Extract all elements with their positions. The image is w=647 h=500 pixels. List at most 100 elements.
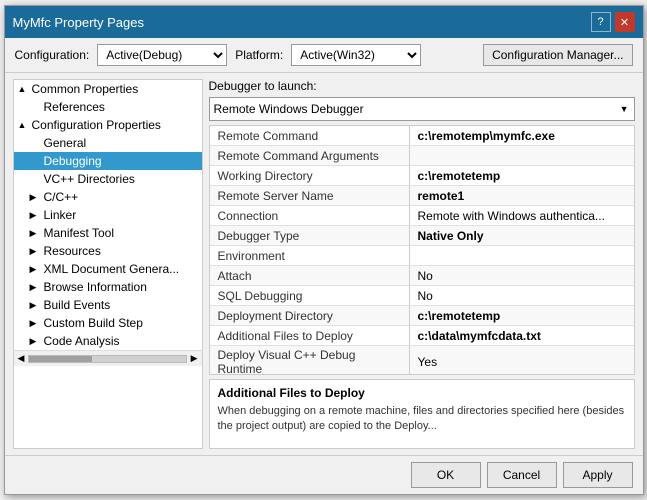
prop-value-0: c:\remotemp\mymfc.exe [410, 126, 634, 145]
config-select[interactable]: Active(Debug) [97, 44, 227, 66]
prop-name-0: Remote Command [210, 126, 410, 145]
prop-value-9: c:\remotetemp [410, 306, 634, 325]
tree-label-cpp: C/C++ [44, 190, 79, 204]
prop-row-2[interactable]: Working Directoryc:\remotetemp [210, 166, 634, 186]
prop-value-5: Native Only [410, 226, 634, 245]
prop-row-9[interactable]: Deployment Directoryc:\remotetemp [210, 306, 634, 326]
tree-label-linker: Linker [44, 208, 77, 222]
prop-row-10[interactable]: Additional Files to Deployc:\data\mymfcd… [210, 326, 634, 346]
dialog-title: MyMfc Property Pages [13, 15, 145, 30]
config-label: Configuration: [15, 48, 90, 62]
debugger-select-wrapper: Remote Windows Debugger [209, 97, 635, 121]
prop-row-6[interactable]: Environment [210, 246, 634, 266]
ok-button[interactable]: OK [411, 462, 481, 488]
tree-label-code-analysis: Code Analysis [44, 334, 120, 348]
tree-label-browse-info: Browse Information [44, 280, 147, 294]
prop-name-7: Attach [210, 266, 410, 285]
tree-label-common-props: Common Properties [32, 82, 139, 96]
prop-value-1 [410, 146, 634, 165]
tree-arrow-config-props: ▲ [18, 120, 30, 130]
tree-label-general: General [44, 136, 87, 150]
help-button[interactable]: ? [591, 12, 611, 32]
tree-item-resources[interactable]: ▶Resources [14, 242, 202, 260]
prop-value-2: c:\remotetemp [410, 166, 634, 185]
tree-item-linker[interactable]: ▶Linker [14, 206, 202, 224]
tree-label-xml-doc: XML Document Genera... [44, 262, 180, 276]
scroll-right-arrow[interactable]: ▶ [191, 353, 198, 364]
horizontal-scrollbar[interactable]: ◀ ▶ [14, 350, 202, 366]
tree-item-browse-info[interactable]: ▶Browse Information [14, 278, 202, 296]
scroll-track[interactable] [28, 355, 186, 363]
prop-value-7: No [410, 266, 634, 285]
debugger-select[interactable]: Remote Windows Debugger [209, 97, 635, 121]
description-box: Additional Files to Deploy When debuggin… [209, 379, 635, 449]
prop-name-10: Additional Files to Deploy [210, 326, 410, 345]
description-text: When debugging on a remote machine, file… [218, 404, 626, 435]
prop-row-4[interactable]: ConnectionRemote with Windows authentica… [210, 206, 634, 226]
debugger-row: Debugger to launch: [209, 79, 635, 93]
tree-label-build-events: Build Events [44, 298, 111, 312]
properties-table: Remote Commandc:\remotemp\mymfc.exeRemot… [209, 125, 635, 375]
platform-select[interactable]: Active(Win32) [291, 44, 421, 66]
tree-item-cpp[interactable]: ▶C/C++ [14, 188, 202, 206]
prop-value-3: remote1 [410, 186, 634, 205]
prop-name-11: Deploy Visual C++ Debug Runtime [210, 346, 410, 375]
tree-label-manifest-tool: Manifest Tool [44, 226, 114, 240]
tree-item-references[interactable]: References [14, 98, 202, 116]
tree-item-code-analysis[interactable]: ▶Code Analysis [14, 332, 202, 350]
prop-value-11: Yes [410, 346, 634, 375]
cancel-button[interactable]: Cancel [487, 462, 557, 488]
prop-row-5[interactable]: Debugger TypeNative Only [210, 226, 634, 246]
prop-value-8: No [410, 286, 634, 305]
tree-item-custom-build[interactable]: ▶Custom Build Step [14, 314, 202, 332]
tree-arrow-code-analysis: ▶ [30, 336, 42, 347]
prop-row-0[interactable]: Remote Commandc:\remotemp\mymfc.exe [210, 126, 634, 146]
tree-arrow-common-props: ▲ [18, 84, 30, 94]
main-content: ▲Common PropertiesReferences▲Configurati… [5, 73, 643, 455]
prop-name-3: Remote Server Name [210, 186, 410, 205]
tree-item-general[interactable]: General [14, 134, 202, 152]
tree-arrow-manifest-tool: ▶ [30, 228, 42, 239]
left-tree-panel: ▲Common PropertiesReferences▲Configurati… [13, 79, 203, 449]
prop-row-7[interactable]: AttachNo [210, 266, 634, 286]
prop-name-1: Remote Command Arguments [210, 146, 410, 165]
scroll-left-arrow[interactable]: ◀ [18, 353, 25, 364]
tree-item-build-events[interactable]: ▶Build Events [14, 296, 202, 314]
prop-row-8[interactable]: SQL DebuggingNo [210, 286, 634, 306]
tree-item-xml-doc[interactable]: ▶XML Document Genera... [14, 260, 202, 278]
tree-item-manifest-tool[interactable]: ▶Manifest Tool [14, 224, 202, 242]
tree-arrow-resources: ▶ [30, 246, 42, 257]
prop-name-4: Connection [210, 206, 410, 225]
close-button[interactable]: ✕ [615, 12, 635, 32]
tree-item-config-props[interactable]: ▲Configuration Properties [14, 116, 202, 134]
tree-label-vc-dirs: VC++ Directories [44, 172, 135, 186]
prop-value-4: Remote with Windows authentica... [410, 206, 634, 225]
tree-label-config-props: Configuration Properties [32, 118, 161, 132]
tree-item-vc-dirs[interactable]: VC++ Directories [14, 170, 202, 188]
tree-label-resources: Resources [44, 244, 101, 258]
tree-arrow-xml-doc: ▶ [30, 264, 42, 275]
tree-arrow-custom-build: ▶ [30, 318, 42, 329]
tree-label-custom-build: Custom Build Step [44, 316, 143, 330]
tree-label-debugging: Debugging [44, 154, 102, 168]
tree-item-common-props[interactable]: ▲Common Properties [14, 80, 202, 98]
prop-value-6 [410, 246, 634, 265]
debugger-label: Debugger to launch: [209, 79, 317, 93]
prop-name-6: Environment [210, 246, 410, 265]
scroll-thumb [29, 356, 91, 362]
prop-name-2: Working Directory [210, 166, 410, 185]
prop-row-11[interactable]: Deploy Visual C++ Debug RuntimeYes [210, 346, 634, 375]
prop-name-8: SQL Debugging [210, 286, 410, 305]
prop-row-1[interactable]: Remote Command Arguments [210, 146, 634, 166]
config-manager-button[interactable]: Configuration Manager... [483, 44, 632, 66]
tree-item-debugging[interactable]: Debugging [14, 152, 202, 170]
description-title: Additional Files to Deploy [218, 386, 626, 400]
prop-value-10: c:\data\mymfcdata.txt [410, 326, 634, 345]
prop-name-5: Debugger Type [210, 226, 410, 245]
tree-arrow-build-events: ▶ [30, 300, 42, 311]
apply-button[interactable]: Apply [563, 462, 633, 488]
prop-row-3[interactable]: Remote Server Nameremote1 [210, 186, 634, 206]
bottom-bar: OK Cancel Apply [5, 455, 643, 494]
prop-name-9: Deployment Directory [210, 306, 410, 325]
title-bar-controls: ? ✕ [591, 12, 635, 32]
